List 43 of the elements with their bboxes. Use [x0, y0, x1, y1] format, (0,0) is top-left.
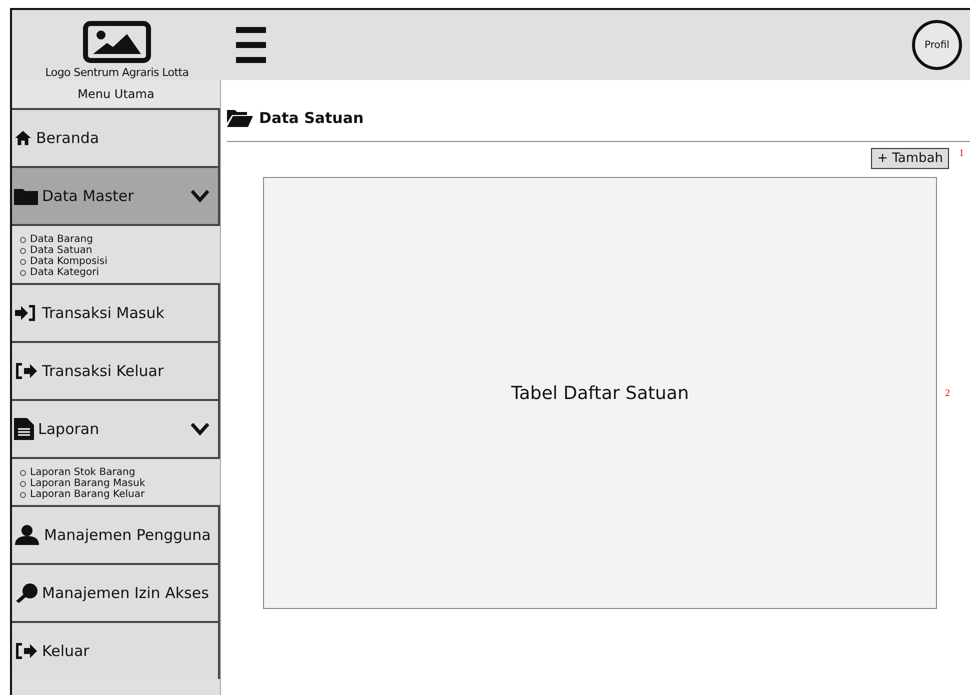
sidebar-item[interactable]: Data Master — [12, 166, 220, 224]
submenu-item[interactable]: Data Kategori — [20, 267, 220, 278]
home-icon — [14, 130, 32, 146]
add-button[interactable]: + Tambah — [871, 148, 949, 169]
submenu-item[interactable]: Data Satuan — [20, 245, 220, 256]
folder-icon — [227, 109, 253, 127]
chevron-icon — [190, 189, 210, 203]
user-icon — [14, 525, 40, 545]
submenu-item[interactable]: Laporan Barang Masuk — [20, 478, 220, 489]
bullet-icon — [20, 492, 26, 498]
sidebar-item[interactable]: Manajemen Pengguna — [12, 505, 220, 563]
sidebar-title: Menu Utama — [12, 80, 220, 108]
bullet-icon — [20, 470, 26, 476]
submenu-item[interactable]: Laporan Barang Keluar — [20, 489, 220, 500]
sidebar-item[interactable]: Laporan — [12, 399, 220, 457]
sign-in-icon — [14, 303, 38, 323]
menu-icon[interactable] — [236, 27, 266, 63]
sign-out-icon — [14, 641, 38, 661]
annotation-number: 2 — [945, 388, 950, 398]
sign-out-icon — [14, 361, 38, 381]
sidebar-item[interactable]: Keluar — [12, 621, 220, 679]
bullet-icon — [20, 248, 26, 254]
page-title: Data Satuan — [259, 109, 364, 127]
sidebar-item[interactable]: Transaksi Masuk — [12, 283, 220, 341]
key-icon — [14, 583, 38, 603]
sidebar-item[interactable]: Beranda — [12, 108, 220, 166]
folder-icon — [14, 187, 38, 205]
image-icon — [83, 21, 151, 63]
bullet-icon — [20, 258, 26, 264]
table-caption: Tabel Daftar Satuan — [511, 382, 689, 404]
chevron-icon — [190, 422, 210, 436]
submenu-item[interactable]: Data Barang — [20, 234, 220, 245]
sidebar-item[interactable]: Transaksi Keluar — [12, 341, 220, 399]
submenu-item[interactable]: Laporan Stok Barang — [20, 467, 220, 478]
sidebar-item[interactable]: Manajemen Izin Akses — [12, 563, 220, 621]
annotation-number: 1 — [959, 148, 964, 159]
document-icon — [14, 418, 34, 440]
submenu-item[interactable]: Data Komposisi — [20, 256, 220, 267]
bullet-icon — [20, 236, 26, 242]
bullet-icon — [20, 270, 26, 276]
bullet-icon — [20, 480, 26, 486]
logo-caption: Logo Sentrum Agraris Lotta — [45, 66, 189, 79]
profile-button[interactable]: Profil — [912, 20, 962, 70]
